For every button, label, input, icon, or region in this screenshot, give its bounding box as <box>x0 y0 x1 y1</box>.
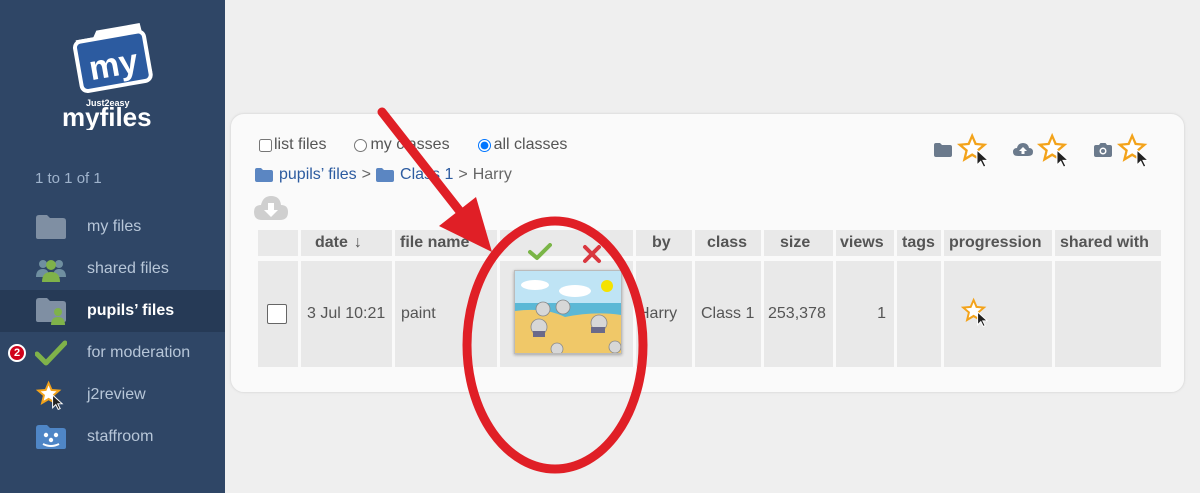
pupil-folder-icon <box>35 297 67 325</box>
column-shared-with[interactable]: shared with <box>1055 230 1161 256</box>
column-label: size <box>780 234 811 251</box>
moderation-count-badge: 2 <box>8 344 26 362</box>
cell-views: 1 <box>836 261 894 367</box>
column-label: views <box>840 234 884 251</box>
column-class[interactable]: class <box>695 230 761 256</box>
star-cursor-icon[interactable] <box>1116 130 1154 170</box>
table-row[interactable]: 3 Jul 10:21 paint Harry Class 1 253,378 … <box>258 243 1164 367</box>
sidebar-item-staffroom[interactable]: staffroom <box>0 416 225 458</box>
myfiles-logo[interactable]: my Just2easy myfiles <box>58 18 168 132</box>
column-size[interactable]: size <box>764 230 833 256</box>
column-label: class <box>707 234 748 251</box>
reject-cross-icon[interactable] <box>582 244 602 269</box>
files-table: date ↓ file name by class size views tag… <box>258 230 1164 367</box>
sidebar-item-label: pupils’ files <box>87 302 175 319</box>
list-files-option[interactable]: list files <box>259 136 326 154</box>
people-icon <box>35 255 67 283</box>
cloud-upload-icon[interactable] <box>1012 139 1034 161</box>
breadcrumb-pupils-files[interactable]: pupils’ files <box>255 166 357 184</box>
column-progression[interactable]: progression <box>944 230 1052 256</box>
result-range: 1 to 1 of 1 <box>35 170 102 187</box>
camera-icon[interactable] <box>1092 139 1114 161</box>
star-cursor-icon[interactable] <box>1036 130 1074 170</box>
breadcrumb-current: Harry <box>472 166 512 183</box>
all-classes-label: all classes <box>493 136 568 153</box>
star-cursor-icon[interactable] <box>960 295 992 334</box>
breadcrumb-class[interactable]: Class 1 <box>376 166 453 184</box>
folder-icon <box>255 168 273 182</box>
my-classes-label: my classes <box>370 136 450 153</box>
sidebar-item-label: for moderation <box>87 344 191 361</box>
cloud-download-icon[interactable] <box>253 194 289 222</box>
column-label: tags <box>902 234 935 251</box>
view-options: list files my classes all classes <box>259 136 595 154</box>
list-files-label: list files <box>274 136 327 153</box>
column-file-name[interactable]: file name <box>395 230 497 256</box>
all-classes-radio[interactable] <box>477 138 491 152</box>
sidebar-item-label: staffroom <box>87 428 154 445</box>
column-by[interactable]: by <box>636 230 692 256</box>
cell-shared-with <box>1055 261 1161 367</box>
cell-tags <box>897 261 941 367</box>
row-select-cell <box>258 261 298 367</box>
column-label: date <box>315 234 348 251</box>
sidebar-item-for-moderation[interactable]: 2 for moderation <box>0 332 225 374</box>
breadcrumb-label: pupils’ files <box>279 166 357 183</box>
cell-file-name[interactable]: paint <box>395 261 497 367</box>
column-label: by <box>652 234 671 251</box>
cell-size: 253,378 <box>764 261 833 367</box>
staffroom-folder-icon <box>35 423 67 451</box>
list-files-checkbox[interactable] <box>259 138 272 152</box>
table-header: date ↓ file name by class size views tag… <box>258 230 1164 256</box>
sidebar-nav: my files shared files pupils’ files 2 fo… <box>0 206 225 458</box>
sidebar-item-my-files[interactable]: my files <box>0 206 225 248</box>
select-column-header <box>258 230 298 256</box>
column-date[interactable]: date ↓ <box>301 230 392 256</box>
all-classes-option[interactable]: all classes <box>477 136 568 154</box>
sidebar: my Just2easy myfiles 1 to 1 of 1 my file… <box>0 0 225 493</box>
cell-progression <box>944 261 1052 367</box>
column-label: file name <box>400 234 470 251</box>
sidebar-item-pupils-files[interactable]: pupils’ files <box>0 290 225 332</box>
paint-thumbnail[interactable] <box>514 270 622 356</box>
breadcrumb-separator: > <box>361 166 372 183</box>
cell-by: Harry <box>636 261 692 367</box>
sidebar-item-label: j2review <box>87 386 146 403</box>
cell-thumbnail <box>500 243 633 367</box>
star-cursor-icon[interactable] <box>956 130 994 170</box>
column-thumbnail <box>500 230 633 256</box>
breadcrumb-separator: > <box>458 166 468 183</box>
sidebar-item-label: my files <box>87 218 142 235</box>
my-classes-option[interactable]: my classes <box>354 136 450 154</box>
sidebar-item-shared-files[interactable]: shared files <box>0 248 225 290</box>
breadcrumb: pupils’ files > Class 1 > Harry <box>255 166 512 184</box>
folder-icon <box>35 213 67 241</box>
files-panel: list files my classes all classes pupils… <box>230 113 1185 393</box>
checkmark-icon <box>35 339 67 367</box>
cell-class: Class 1 <box>695 261 761 367</box>
toolbar <box>922 130 1154 170</box>
column-label: shared with <box>1060 234 1149 251</box>
cell-date: 3 Jul 10:21 <box>301 261 392 367</box>
sidebar-item-label: shared files <box>87 260 169 277</box>
my-classes-radio[interactable] <box>354 138 368 152</box>
column-views[interactable]: views <box>836 230 894 256</box>
star-cursor-icon <box>35 380 67 411</box>
logo-word-myfiles: myfiles <box>62 102 152 130</box>
approve-checkmark-icon[interactable] <box>528 243 552 266</box>
column-label: progression <box>949 234 1042 251</box>
folder-icon <box>376 168 395 182</box>
sort-arrow-down-icon: ↓ <box>353 234 362 251</box>
folder-icon[interactable] <box>932 139 954 161</box>
column-tags[interactable]: tags <box>897 230 941 256</box>
row-checkbox[interactable] <box>267 304 287 324</box>
breadcrumb-label: Class 1 <box>400 166 454 183</box>
sidebar-item-j2review[interactable]: j2review <box>0 374 225 416</box>
